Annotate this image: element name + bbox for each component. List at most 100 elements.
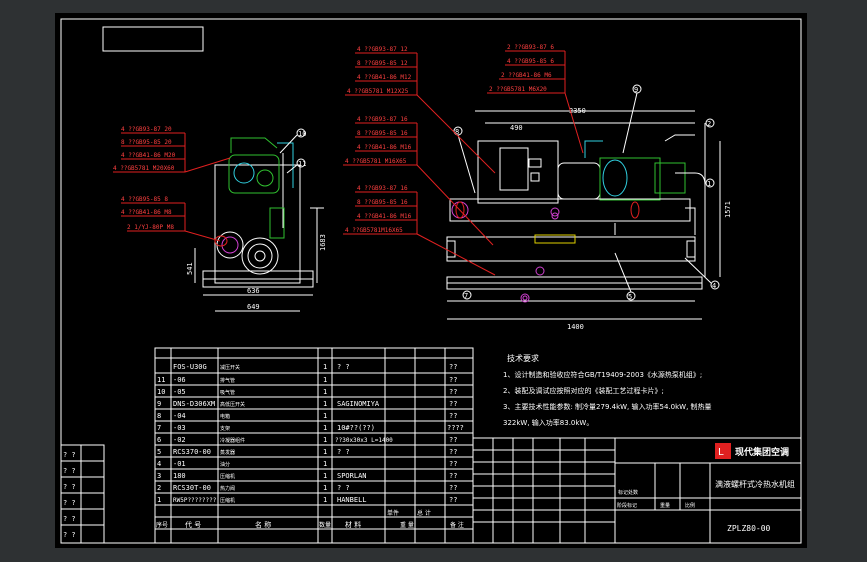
callout: 4 ??GB93-87 20 — [121, 126, 172, 133]
bom-no: 2 — [157, 484, 161, 492]
dim-side-width: 649 — [247, 303, 260, 311]
bom-no: 3 — [157, 472, 161, 480]
balloon-2: 2 — [707, 120, 711, 128]
bom-no: 9 — [157, 400, 161, 408]
bom-material: HANBELL — [337, 496, 367, 504]
bom-name: 吸气管 — [220, 389, 235, 396]
callout: 2 ??GB41-86 M6 — [501, 72, 552, 79]
callout: 8 ??GB95-85 12 — [357, 60, 408, 67]
bom-code: -04 — [173, 412, 186, 420]
side-view: 636 649 1683 541 10 11 — [186, 128, 327, 312]
callout: 4 ??GB5781M16X65 — [345, 227, 403, 234]
callout: 4 ??GB41-86 M8 — [121, 209, 172, 216]
bom-code: FOS-U30G — [173, 363, 207, 371]
bom-header-code: 代 号 — [185, 520, 201, 529]
rev-mark: ? ? — [63, 467, 76, 475]
callout: 4 ??GB5781 M16X65 — [345, 158, 407, 165]
bom-no: 11 — [157, 376, 165, 384]
bom-qty: 1 — [323, 448, 327, 456]
balloon-11: 11 — [298, 160, 306, 168]
callout: 8 ??GB95-85 20 — [121, 139, 172, 146]
bom-no: 1 — [157, 496, 161, 504]
tech-line: 3、主要技术性能参数: 制冷量279.4kW, 输入功率54.0kW, 制热量 — [503, 402, 712, 411]
dim-h3: 541 — [186, 262, 194, 275]
bom-note: ?? — [449, 412, 457, 420]
bom-header-note: 备 注 — [450, 521, 464, 529]
bom-qty: 1 — [323, 376, 327, 384]
bom-no: 7 — [157, 424, 161, 432]
bom-note: ?? — [449, 376, 457, 384]
balloon-1: 1 — [707, 180, 711, 188]
bom-code: RCS30T-00 — [173, 484, 211, 492]
rev-mark: ? ? — [63, 515, 76, 523]
callout: 4 ??GB93-87 16 — [357, 116, 408, 123]
bom-qty: 1 — [323, 472, 327, 480]
bom-code: 180 — [173, 472, 186, 480]
bom-name: 冷凝器组件 — [220, 437, 245, 444]
bom-name: 热力阀 — [220, 485, 235, 492]
bom-note: ?? — [449, 363, 457, 371]
bom-code: -01 — [173, 460, 186, 468]
dim-top-a: 490 — [510, 124, 523, 132]
bom-note: ?? — [449, 400, 457, 408]
bom-qty: 1 — [323, 496, 327, 504]
bom-code: DNS-D306XM — [173, 400, 215, 408]
bom-header-weight: 重 量 — [400, 521, 414, 529]
bom-material: ??30x30x3 L=1400 — [335, 437, 393, 444]
tech-line: 1、设计制造和验收应符合GB/T19409-2003《水源热泵机组》; — [503, 370, 702, 379]
bom-qty: 1 — [323, 363, 327, 371]
balloon-5: 5 — [628, 293, 632, 301]
bom-note: ?? — [449, 436, 457, 444]
callouts-top: 4 ??GB93-87 12 8 ??GB95-85 12 4 ??GB41-8… — [345, 44, 584, 174]
callout: 8 ??GB95-85 16 — [357, 199, 408, 206]
bom-qty: 1 — [323, 412, 327, 420]
callout: 4 ??GB5781 M12X25 — [347, 88, 409, 95]
bom-header-unit: 单件 — [387, 509, 399, 517]
bom-material: SAGINOMIYA — [337, 400, 380, 408]
bom-material: SPORLAN — [337, 472, 367, 480]
rev-mark: ? ? — [63, 451, 76, 459]
company-name: 现代集团空调 — [735, 446, 789, 458]
tb-scale-label: 标记处数 — [618, 489, 638, 496]
bom-name: 高低压开关 — [220, 401, 245, 408]
bom-header-no: 序号 — [156, 521, 168, 529]
dim-side-inner: 636 — [247, 287, 260, 295]
rev-mark: ? ? — [63, 483, 76, 491]
bom-note: ?? — [449, 484, 457, 492]
callout: 2 1/YJ-80P M8 — [127, 224, 174, 231]
bom-name: 压缩机 — [220, 497, 235, 504]
tech-requirements: 技术要求 1、设计制造和验收应符合GB/T19409-2003《水源热泵机组》;… — [503, 353, 712, 427]
drawing-number: ZPLZ80-00 — [727, 524, 771, 533]
callouts-mid: 4 ??GB93-87 16 8 ??GB95-85 16 4 ??GB41-8… — [343, 116, 496, 276]
bom-name: 减压开关 — [220, 364, 240, 371]
drawing-sheet: ? ? ? ? ? ? ? ? ? ? ? ? 636 649 1683 541… — [55, 13, 807, 548]
bom-name: 排气管 — [220, 377, 235, 384]
left-revision-column: ? ? ? ? ? ? ? ? ? ? ? ? — [60, 444, 105, 544]
bom-qty: 1 — [323, 388, 327, 396]
bom-no: 5 — [157, 448, 161, 456]
callout: 4 ??GB5781 M20X60 — [113, 165, 175, 172]
bom-rows: FOS-U30G 减压开关 1 ? ? ?? 11 -06 排气管 1 ?? 1… — [156, 363, 464, 529]
svg-text:L: L — [718, 447, 724, 458]
top-code-box — [102, 26, 204, 52]
bom-code: RCS370-00 — [173, 448, 211, 456]
tech-line: 322kW, 输入功率83.0kW。 — [503, 418, 593, 427]
bom-qty: 1 — [323, 424, 327, 432]
bom-name: 油分 — [220, 461, 230, 468]
callout: 2 ??GB5781 M6X20 — [489, 86, 547, 93]
bom-note: ?? — [449, 388, 457, 396]
balloon-4: 4 — [712, 282, 716, 290]
balloon-9: 9 — [634, 86, 638, 94]
bom-material: ? ? — [337, 484, 350, 492]
bom-header-name: 名 称 — [255, 520, 271, 529]
tb-ratio-label: 比例 — [685, 502, 695, 509]
callout: 8 ??GB95-85 16 — [357, 130, 408, 137]
bom-header-material: 材 料 — [345, 520, 361, 529]
cad-viewport[interactable]: ? ? ? ? ? ? ? ? ? ? ? ? 636 649 1683 541… — [0, 0, 867, 562]
bom-qty: 1 — [323, 400, 327, 408]
callout: 4 ??GB93-87 16 — [357, 185, 408, 192]
bom-qty: 1 — [323, 484, 327, 492]
bom-no: 6 — [157, 436, 161, 444]
callout: 4 ??GB95-85 8 — [121, 196, 168, 203]
bom-material: 10#??(??) — [337, 424, 375, 432]
